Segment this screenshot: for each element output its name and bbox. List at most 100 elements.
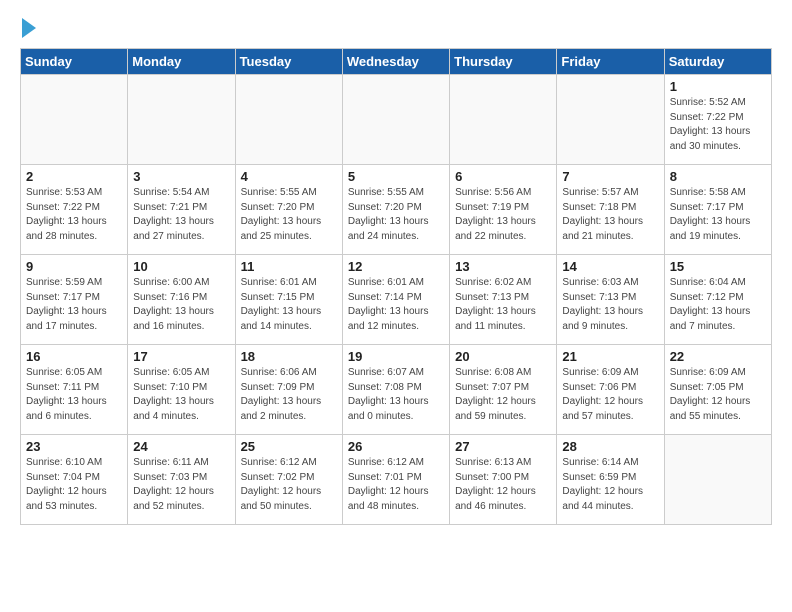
calendar-cell: 23Sunrise: 6:10 AM Sunset: 7:04 PM Dayli… bbox=[21, 435, 128, 525]
day-number: 8 bbox=[670, 169, 766, 184]
day-number: 1 bbox=[670, 79, 766, 94]
weekday-header: Friday bbox=[557, 49, 664, 75]
calendar-cell: 13 Sunrise: 6:02 AM Sunset: 7:13 PM Dayli… bbox=[450, 255, 557, 345]
day-number: 3 bbox=[133, 169, 229, 184]
day-info: Sunrise: 6:12 AM Sunset: 7:01 PM Dayligh… bbox=[348, 456, 444, 514]
calendar-cell: 12 Sunrise: 6:01 AM Sunset: 7:14 PM Dayli… bbox=[342, 255, 449, 345]
calendar-cell: 2 Sunrise: 5:53 AM Sunset: 7:22 PM Daylig… bbox=[21, 165, 128, 255]
logo bbox=[20, 20, 36, 38]
weekday-header: Thursday bbox=[450, 49, 557, 75]
day-number: 12 bbox=[348, 259, 444, 274]
day-info: Sunrise: 5:57 AM Sunset: 7:18 PM Dayligh… bbox=[562, 186, 658, 244]
day-number: 19 bbox=[348, 349, 444, 364]
calendar-cell: 7 Sunrise: 5:57 AM Sunset: 7:18 PM Daylig… bbox=[557, 165, 664, 255]
calendar-header: SundayMondayTuesdayWednesdayThursdayFrid… bbox=[21, 49, 772, 75]
day-info: Sunrise: 6:06 AM Sunset: 7:09 PM Dayligh… bbox=[241, 366, 337, 424]
calendar-cell: 19 Sunrise: 6:07 AM Sunset: 7:08 PM Dayli… bbox=[342, 345, 449, 435]
day-info: Sunrise: 6:07 AM Sunset: 7:08 PM Dayligh… bbox=[348, 366, 444, 424]
day-info: Sunrise: 6:05 AM Sunset: 7:10 PM Dayligh… bbox=[133, 366, 229, 424]
day-info: Sunrise: 6:10 AM Sunset: 7:04 PM Dayligh… bbox=[26, 456, 122, 514]
day-number: 7 bbox=[562, 169, 658, 184]
day-info: Sunrise: 5:53 AM Sunset: 7:22 PM Dayligh… bbox=[26, 186, 122, 244]
calendar-body: 1 Sunrise: 5:52 AM Sunset: 7:22 PM Daylig… bbox=[21, 75, 772, 525]
day-info: Sunrise: 6:11 AM Sunset: 7:03 PM Dayligh… bbox=[133, 456, 229, 514]
weekday-header: Sunday bbox=[21, 49, 128, 75]
day-number: 24 bbox=[133, 439, 229, 454]
calendar-cell: 25 Sunrise: 6:12 AM Sunset: 7:02 PM Dayli… bbox=[235, 435, 342, 525]
calendar-week-row: 2 Sunrise: 5:53 AM Sunset: 7:22 PM Daylig… bbox=[21, 165, 772, 255]
calendar-cell: 8 Sunrise: 5:58 AM Sunset: 7:17 PM Daylig… bbox=[664, 165, 771, 255]
calendar-cell: 3 Sunrise: 5:54 AM Sunset: 7:21 PM Daylig… bbox=[128, 165, 235, 255]
calendar-cell: 6 Sunrise: 5:56 AM Sunset: 7:19 PM Daylig… bbox=[450, 165, 557, 255]
calendar-cell: 10Sunrise: 6:00 AM Sunset: 7:16 PM Dayli… bbox=[128, 255, 235, 345]
calendar-cell: 22 Sunrise: 6:09 AM Sunset: 7:05 PM Dayli… bbox=[664, 345, 771, 435]
day-info: Sunrise: 6:09 AM Sunset: 7:06 PM Dayligh… bbox=[562, 366, 658, 424]
day-info: Sunrise: 5:54 AM Sunset: 7:21 PM Dayligh… bbox=[133, 186, 229, 244]
day-number: 2 bbox=[26, 169, 122, 184]
calendar-cell bbox=[342, 75, 449, 165]
weekday-header: Wednesday bbox=[342, 49, 449, 75]
calendar-cell bbox=[664, 435, 771, 525]
calendar-cell: 24 Sunrise: 6:11 AM Sunset: 7:03 PM Dayli… bbox=[128, 435, 235, 525]
day-info: Sunrise: 6:04 AM Sunset: 7:12 PM Dayligh… bbox=[670, 276, 766, 334]
calendar-cell: 15 Sunrise: 6:04 AM Sunset: 7:12 PM Dayli… bbox=[664, 255, 771, 345]
day-info: Sunrise: 5:56 AM Sunset: 7:19 PM Dayligh… bbox=[455, 186, 551, 244]
day-number: 6 bbox=[455, 169, 551, 184]
logo-block bbox=[20, 20, 36, 38]
logo-arrow-icon bbox=[22, 18, 36, 38]
calendar-cell: 14 Sunrise: 6:03 AM Sunset: 7:13 PM Dayli… bbox=[557, 255, 664, 345]
day-number: 10 bbox=[133, 259, 229, 274]
calendar-cell: 18 Sunrise: 6:06 AM Sunset: 7:09 PM Dayli… bbox=[235, 345, 342, 435]
day-number: 15 bbox=[670, 259, 766, 274]
calendar-cell: 9 Sunrise: 5:59 AM Sunset: 7:17 PM Daylig… bbox=[21, 255, 128, 345]
weekday-header: Saturday bbox=[664, 49, 771, 75]
day-number: 21 bbox=[562, 349, 658, 364]
day-info: Sunrise: 5:58 AM Sunset: 7:17 PM Dayligh… bbox=[670, 186, 766, 244]
day-info: Sunrise: 6:02 AM Sunset: 7:13 PM Dayligh… bbox=[455, 276, 551, 334]
calendar-cell bbox=[235, 75, 342, 165]
day-number: 18 bbox=[241, 349, 337, 364]
calendar-cell: 17 Sunrise: 6:05 AM Sunset: 7:10 PM Dayli… bbox=[128, 345, 235, 435]
weekday-row: SundayMondayTuesdayWednesdayThursdayFrid… bbox=[21, 49, 772, 75]
day-number: 25 bbox=[241, 439, 337, 454]
day-number: 22 bbox=[670, 349, 766, 364]
calendar-cell bbox=[128, 75, 235, 165]
day-info: Sunrise: 5:59 AM Sunset: 7:17 PM Dayligh… bbox=[26, 276, 122, 334]
day-number: 26 bbox=[348, 439, 444, 454]
calendar-cell bbox=[450, 75, 557, 165]
calendar-cell: 26 Sunrise: 6:12 AM Sunset: 7:01 PM Dayli… bbox=[342, 435, 449, 525]
day-number: 20 bbox=[455, 349, 551, 364]
page-header bbox=[20, 20, 772, 38]
day-info: Sunrise: 6:09 AM Sunset: 7:05 PM Dayligh… bbox=[670, 366, 766, 424]
day-info: Sunrise: 5:55 AM Sunset: 7:20 PM Dayligh… bbox=[241, 186, 337, 244]
day-number: 9 bbox=[26, 259, 122, 274]
day-number: 17 bbox=[133, 349, 229, 364]
weekday-header: Tuesday bbox=[235, 49, 342, 75]
calendar-cell: 28Sunrise: 6:14 AM Sunset: 6:59 PM Dayli… bbox=[557, 435, 664, 525]
day-info: Sunrise: 5:52 AM Sunset: 7:22 PM Dayligh… bbox=[670, 96, 766, 154]
day-info: Sunrise: 5:55 AM Sunset: 7:20 PM Dayligh… bbox=[348, 186, 444, 244]
day-number: 27 bbox=[455, 439, 551, 454]
calendar-week-row: 16Sunrise: 6:05 AM Sunset: 7:11 PM Dayli… bbox=[21, 345, 772, 435]
day-info: Sunrise: 6:01 AM Sunset: 7:14 PM Dayligh… bbox=[348, 276, 444, 334]
day-info: Sunrise: 6:13 AM Sunset: 7:00 PM Dayligh… bbox=[455, 456, 551, 514]
day-info: Sunrise: 6:03 AM Sunset: 7:13 PM Dayligh… bbox=[562, 276, 658, 334]
day-number: 13 bbox=[455, 259, 551, 274]
day-info: Sunrise: 6:08 AM Sunset: 7:07 PM Dayligh… bbox=[455, 366, 551, 424]
calendar-cell: 20 Sunrise: 6:08 AM Sunset: 7:07 PM Dayli… bbox=[450, 345, 557, 435]
weekday-header: Monday bbox=[128, 49, 235, 75]
day-info: Sunrise: 6:05 AM Sunset: 7:11 PM Dayligh… bbox=[26, 366, 122, 424]
day-number: 11 bbox=[241, 259, 337, 274]
day-number: 14 bbox=[562, 259, 658, 274]
calendar-week-row: 1 Sunrise: 5:52 AM Sunset: 7:22 PM Daylig… bbox=[21, 75, 772, 165]
calendar-table: SundayMondayTuesdayWednesdayThursdayFrid… bbox=[20, 48, 772, 525]
calendar-cell: 27 Sunrise: 6:13 AM Sunset: 7:00 PM Dayli… bbox=[450, 435, 557, 525]
calendar-cell: 11 Sunrise: 6:01 AM Sunset: 7:15 PM Dayli… bbox=[235, 255, 342, 345]
calendar-cell bbox=[557, 75, 664, 165]
day-info: Sunrise: 6:01 AM Sunset: 7:15 PM Dayligh… bbox=[241, 276, 337, 334]
day-number: 5 bbox=[348, 169, 444, 184]
day-number: 4 bbox=[241, 169, 337, 184]
day-info: Sunrise: 6:12 AM Sunset: 7:02 PM Dayligh… bbox=[241, 456, 337, 514]
calendar-week-row: 9 Sunrise: 5:59 AM Sunset: 7:17 PM Daylig… bbox=[21, 255, 772, 345]
calendar-cell: 21 Sunrise: 6:09 AM Sunset: 7:06 PM Dayli… bbox=[557, 345, 664, 435]
